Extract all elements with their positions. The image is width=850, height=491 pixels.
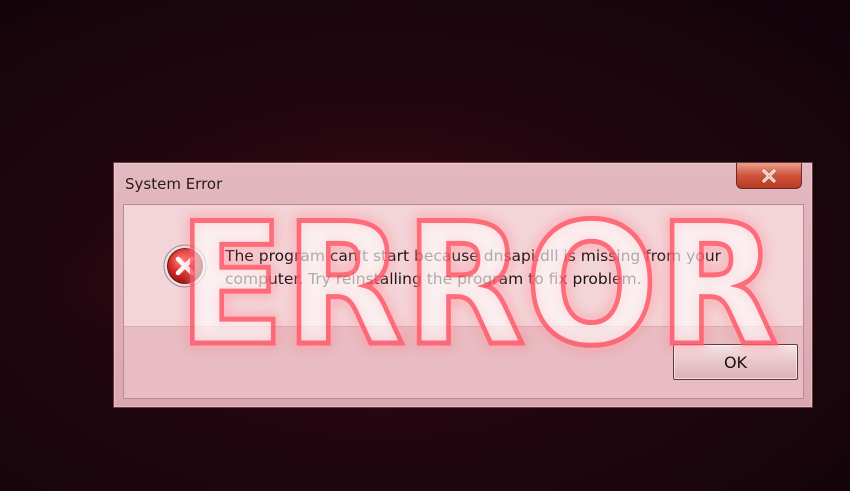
- error-message: The program can't start because dnsapi.d…: [225, 247, 722, 288]
- title-bar[interactable]: System Error: [114, 163, 812, 203]
- dialog-title: System Error: [125, 175, 223, 193]
- dialog-content: The program can't start because dnsapi.d…: [123, 204, 804, 399]
- ok-button[interactable]: OK: [673, 344, 798, 380]
- close-icon: [762, 169, 776, 182]
- error-icon: [163, 244, 207, 288]
- close-button[interactable]: [736, 163, 802, 189]
- system-error-dialog: System Error The program can't start bec…: [113, 162, 813, 408]
